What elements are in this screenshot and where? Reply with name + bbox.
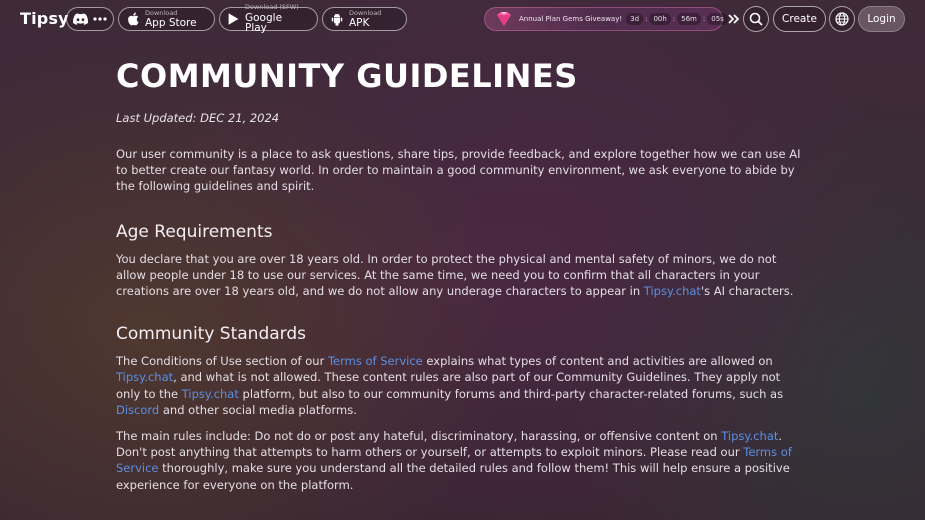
discord-link[interactable]: Discord xyxy=(116,403,159,417)
gems-giveaway-banner[interactable]: Annual Plan Gems Giveaway! 3d : 00h : 56… xyxy=(484,7,740,31)
text-span: and other social media platforms. xyxy=(159,402,357,417)
apk-download-button[interactable]: Download APK xyxy=(322,7,407,31)
search-icon xyxy=(749,12,763,26)
search-button[interactable] xyxy=(743,6,769,32)
app-store-button[interactable]: Download App Store xyxy=(118,7,215,31)
language-button[interactable] xyxy=(829,6,855,32)
tipsy-chat-link[interactable]: Tipsy.chat xyxy=(116,370,173,384)
age-requirements-heading: Age Requirements xyxy=(116,221,273,242)
google-play-small-label: Download (SFW) xyxy=(245,3,299,12)
terms-of-service-link[interactable]: Terms of Service xyxy=(328,354,423,368)
age-requirements-paragraph: You declare that you are over 18 years o… xyxy=(116,251,806,300)
main-rules-paragraph: The main rules include: Do not do or pos… xyxy=(116,428,806,493)
app-store-label: App Store xyxy=(145,17,197,29)
countdown-hours: 00h xyxy=(649,13,671,25)
intro-paragraph: Our user community is a place to ask que… xyxy=(116,147,801,194)
google-play-label: Google Play xyxy=(245,11,283,35)
tipsy-chat-link[interactable]: Tipsy.chat xyxy=(182,387,239,401)
community-standards-heading: Community Standards xyxy=(116,324,306,345)
tipsy-chat-link[interactable]: Tipsy.chat xyxy=(721,429,778,443)
countdown-timer: 3d : 00h : 56m : 05s xyxy=(626,13,728,25)
app-store-small-label: Download xyxy=(145,8,178,17)
more-icon[interactable] xyxy=(93,17,107,21)
double-chevron-right-icon[interactable] xyxy=(728,14,740,24)
gem-icon xyxy=(495,11,513,27)
tipsy-chat-link[interactable]: Tipsy.chat xyxy=(644,284,701,298)
social-pill xyxy=(66,7,114,31)
countdown-separator: : xyxy=(702,15,706,23)
top-nav: Tipsy Download App Store Download (SFW) … xyxy=(0,0,925,38)
text-span: The Conditions of Use section of our xyxy=(116,354,328,369)
tipsy-logo[interactable]: Tipsy xyxy=(20,9,69,28)
countdown-seconds: 05s xyxy=(707,13,728,25)
countdown-minutes: 56m xyxy=(677,13,701,25)
countdown-separator: : xyxy=(645,15,648,23)
text-span: The main rules include: Do not do or pos… xyxy=(116,429,722,444)
text-span: platform, but also to our community foru… xyxy=(238,386,784,401)
discord-icon[interactable] xyxy=(73,13,89,25)
apk-small-label: Download xyxy=(349,8,382,17)
page-title: COMMUNITY GUIDELINES xyxy=(116,57,578,95)
countdown-separator: : xyxy=(672,15,676,23)
apk-label: APK xyxy=(349,17,370,29)
text-span: 's AI characters. xyxy=(700,284,794,299)
promo-text: Annual Plan Gems Giveaway! xyxy=(519,15,623,23)
apple-icon xyxy=(127,12,139,26)
countdown-days: 3d xyxy=(626,13,644,25)
globe-icon xyxy=(835,12,849,26)
text-span: thoroughly, make sure you understand all… xyxy=(116,461,790,492)
guidelines-content: COMMUNITY GUIDELINES Last Updated: DEC 2… xyxy=(116,56,806,493)
google-play-icon xyxy=(228,13,239,25)
last-updated: Last Updated: DEC 21, 2024 xyxy=(116,111,280,125)
create-button[interactable]: Create xyxy=(773,6,826,32)
login-button[interactable]: Login xyxy=(858,6,905,32)
text-span: explains what types of content and activ… xyxy=(422,354,773,369)
google-play-button[interactable]: Download (SFW) Google Play xyxy=(219,3,318,35)
android-icon xyxy=(331,13,343,26)
standards-paragraph: The Conditions of Use section of our Ter… xyxy=(116,353,806,418)
